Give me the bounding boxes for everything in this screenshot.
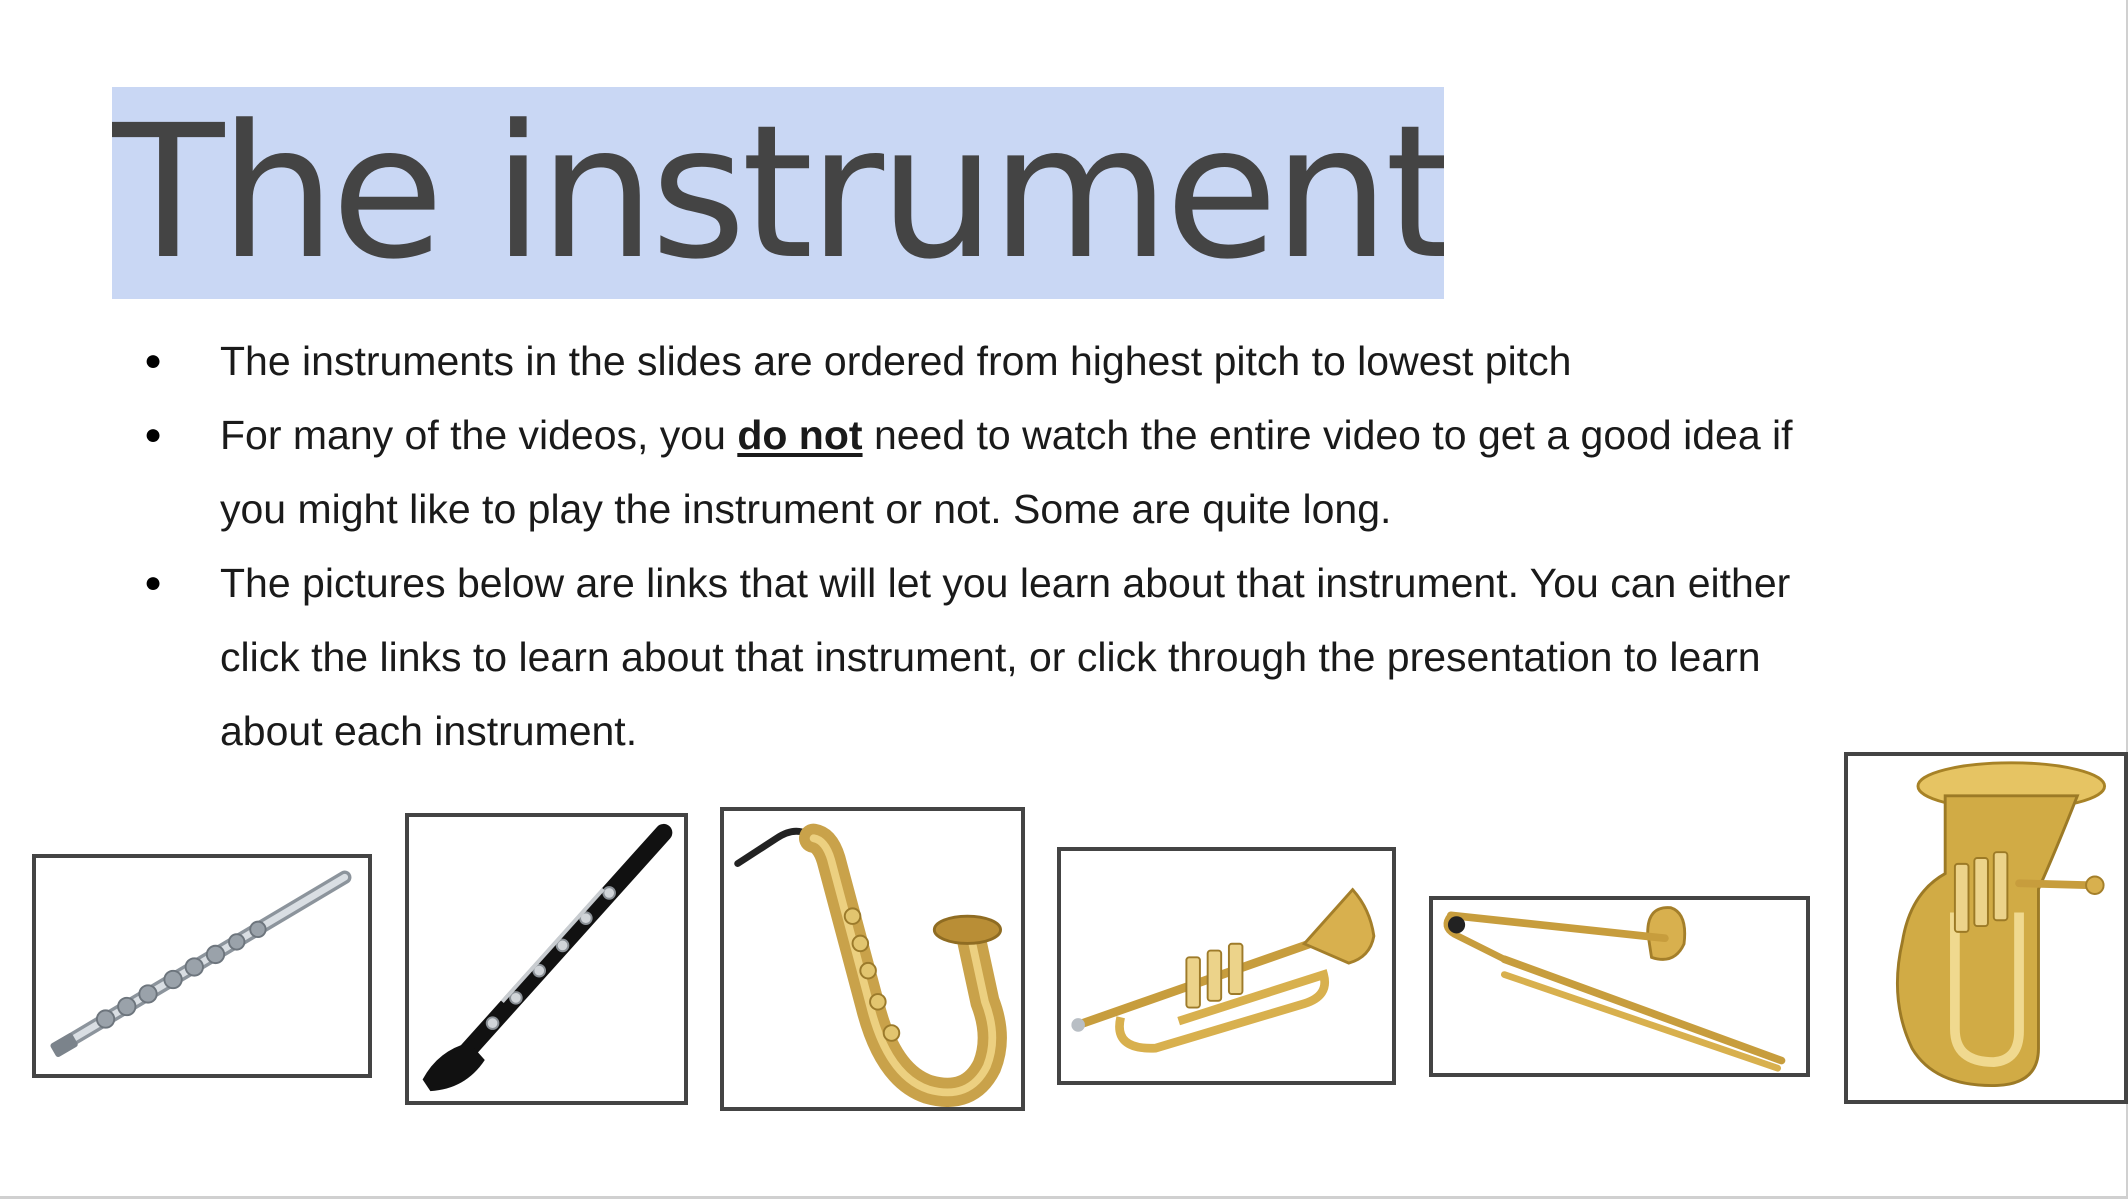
- bullet-item: ● The instruments in the slides are orde…: [140, 324, 1840, 398]
- bullet-list: ● The instruments in the slides are orde…: [140, 324, 1840, 768]
- bullet-icon: ●: [144, 566, 163, 599]
- flute-icon: [50, 870, 352, 1057]
- trumpet-link[interactable]: [1057, 847, 1396, 1085]
- bullet-item: ● For many of the videos, you do not nee…: [140, 398, 1840, 546]
- bullet-icon: ●: [144, 344, 163, 377]
- bullet-text: For many of the videos, you do not need …: [220, 412, 1793, 532]
- trombone-icon: [1443, 906, 1786, 1072]
- trumpet-icon: [1071, 887, 1376, 1053]
- clarinet-link[interactable]: [405, 813, 688, 1105]
- bullet-icon: ●: [144, 418, 163, 451]
- slide: The instruments! ● The instruments in th…: [0, 0, 2128, 1199]
- bullet-item: ● The pictures below are links that will…: [140, 546, 1840, 768]
- saxophone-link[interactable]: [720, 807, 1025, 1111]
- saxophone-icon: [734, 823, 1007, 1107]
- bullet-text: The instruments in the slides are ordere…: [220, 338, 1572, 384]
- bullet-emphasis: do not: [737, 412, 863, 458]
- bullet-text: The pictures below are links that will l…: [220, 560, 1791, 754]
- flute-link[interactable]: [32, 854, 372, 1078]
- euphonium-link[interactable]: [1844, 752, 2128, 1104]
- clarinet-icon: [422, 823, 673, 1092]
- euphonium-icon: [1895, 761, 2107, 1087]
- trombone-link[interactable]: [1429, 896, 1810, 1077]
- bullet-text-before: For many of the videos, you: [220, 412, 738, 458]
- page-title[interactable]: The instruments!: [112, 87, 1444, 299]
